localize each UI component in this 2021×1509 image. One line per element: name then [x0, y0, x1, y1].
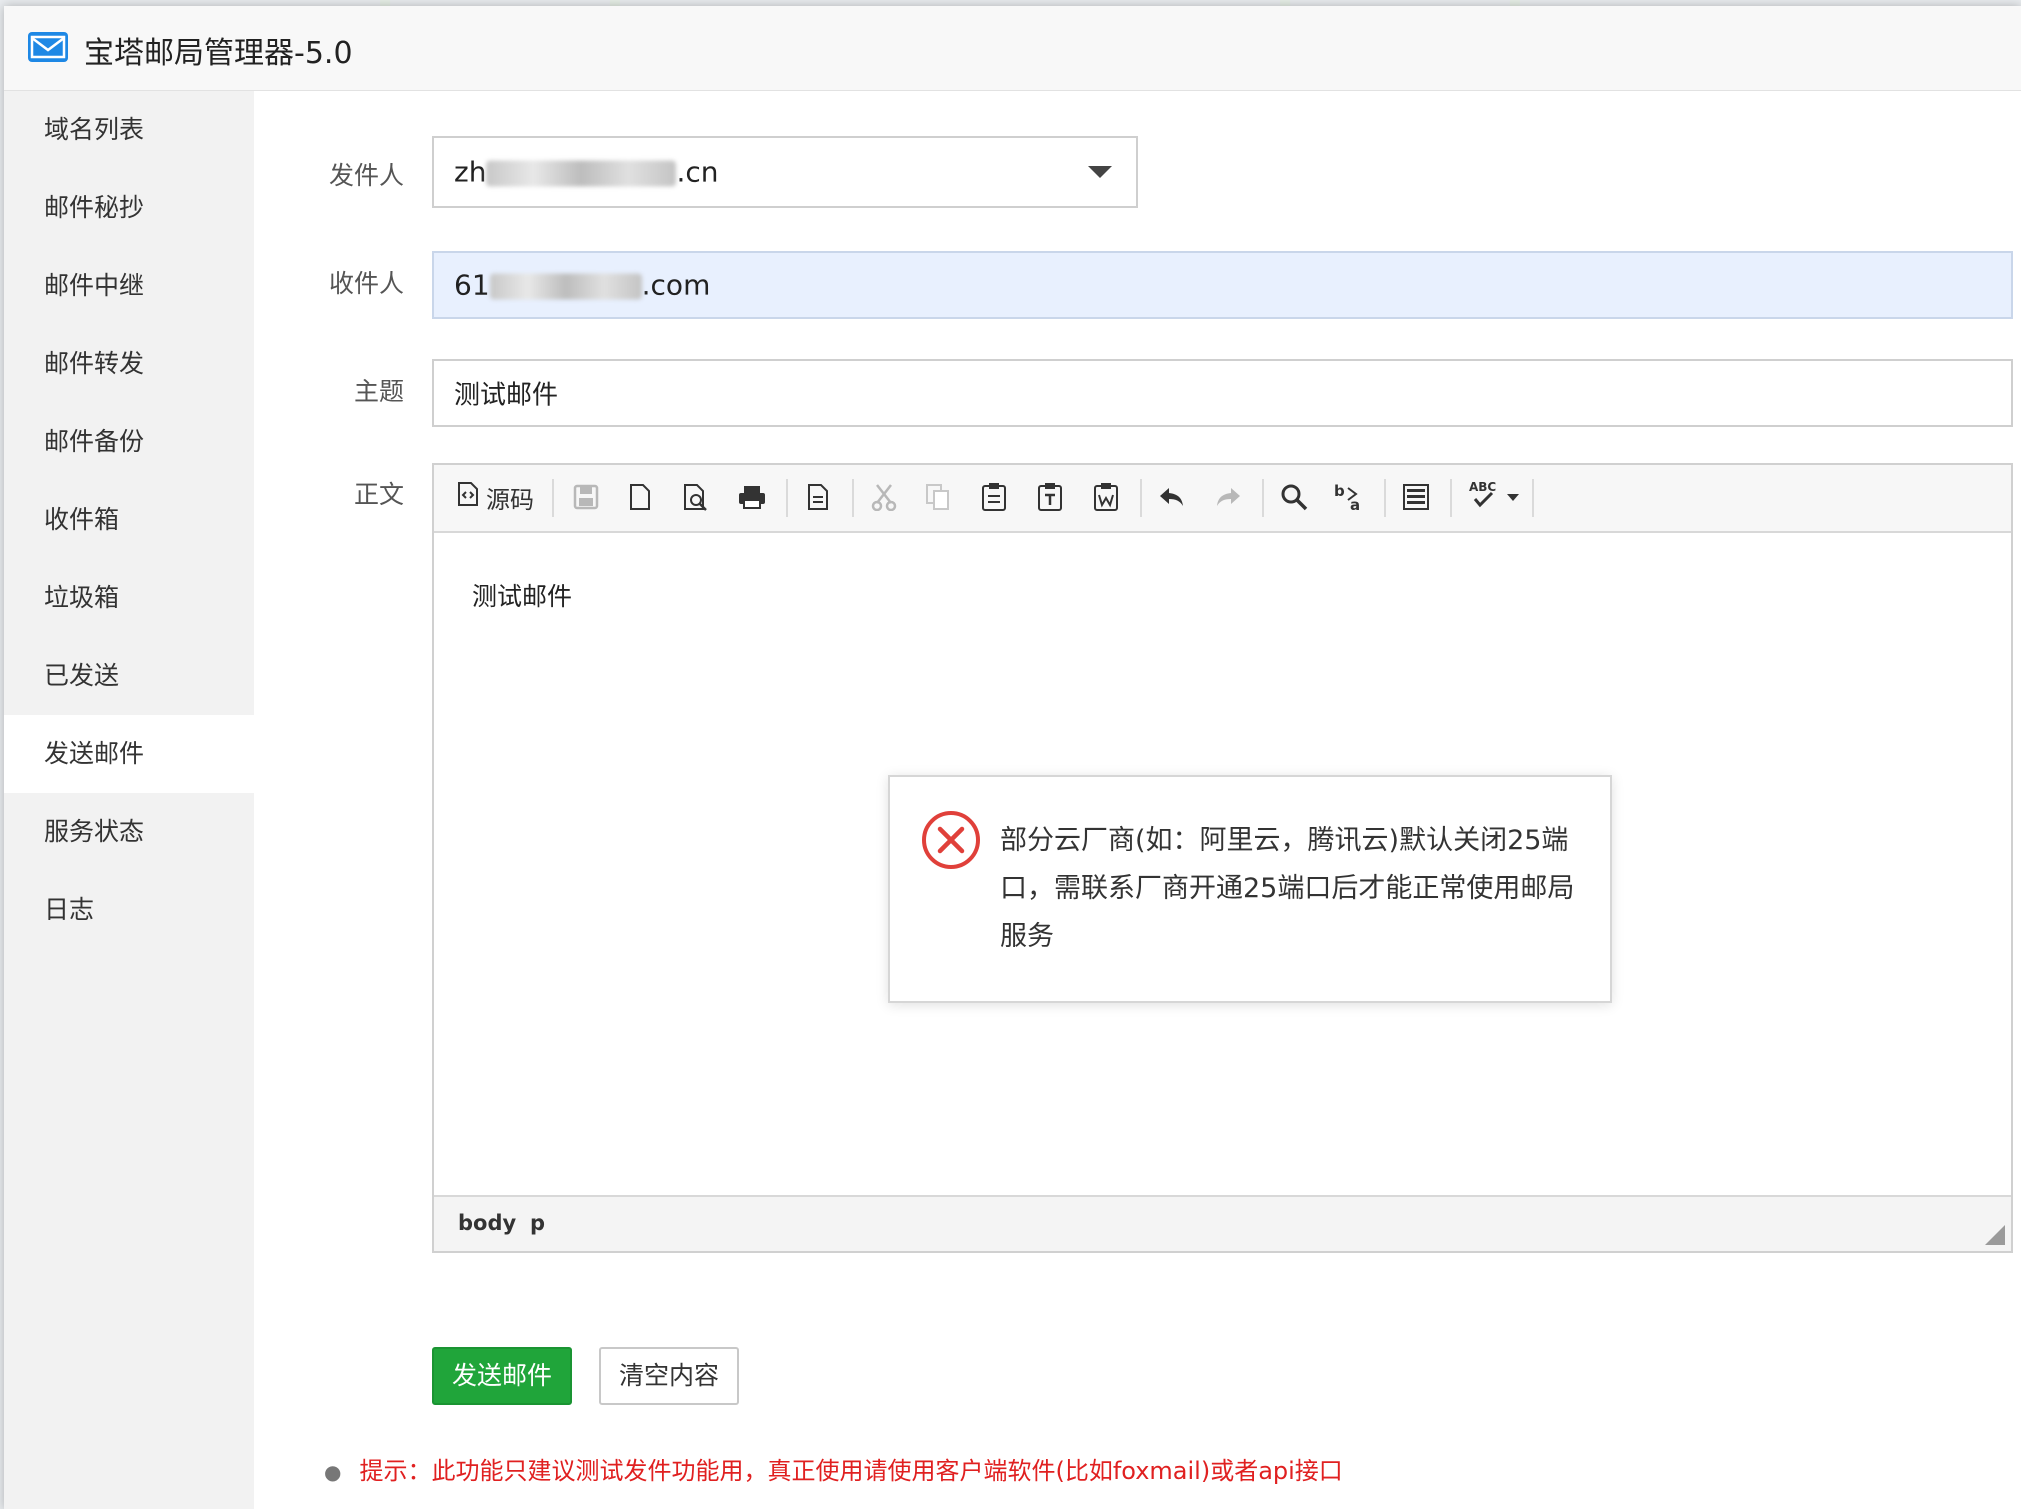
sidebar-item-bcc[interactable]: 邮件秘抄 — [4, 169, 254, 247]
chevron-down-icon — [1088, 166, 1112, 178]
title-bar: 宝塔邮局管理器-5.0 — [4, 6, 2021, 91]
sidebar-item-sent[interactable]: 已发送 — [4, 637, 254, 715]
paste-word-icon[interactable] — [1086, 477, 1126, 517]
sender-label: 发件人 — [328, 161, 404, 190]
find-icon[interactable] — [1274, 477, 1314, 517]
spellcheck-dropdown[interactable]: ABC — [1462, 477, 1526, 517]
resize-grip-icon[interactable] — [1985, 1225, 2005, 1245]
redaction-blur — [489, 273, 642, 300]
toolbar-separator — [1262, 479, 1264, 517]
copy-icon[interactable] — [918, 477, 958, 517]
subject-label: 主题 — [353, 377, 404, 406]
spellcheck-icon: ABC — [1469, 479, 1501, 516]
sidebar-item-logs[interactable]: 日志 — [4, 871, 254, 949]
send-mail-button[interactable]: 发送邮件 — [432, 1347, 572, 1405]
editor-content[interactable]: 测试邮件 — [472, 577, 572, 613]
toolbar-separator — [1450, 479, 1452, 517]
editor-toolbar: 源码 b a ABC — [434, 465, 2011, 533]
sidebar-item-label: 邮件秘抄 — [44, 193, 145, 222]
recipient-input[interactable]: 61 .com — [432, 251, 2013, 319]
editor-paragraph: 测试邮件 — [472, 582, 573, 611]
toolbar-separator — [552, 479, 554, 517]
sidebar-item-label: 邮件转发 — [44, 349, 145, 378]
tip-text: ● 提示：此功能只建议测试发件功能用，真正使用请使用客户端软件(比如foxmail… — [324, 1451, 1343, 1486]
sidebar-item-relay[interactable]: 邮件中继 — [4, 247, 254, 325]
error-alert: 部分云厂商(如：阿里云，腾讯云)默认关闭25端口，需联系厂商开通25端口后才能正… — [888, 775, 1612, 1003]
templates-icon[interactable] — [798, 477, 838, 517]
alert-message: 部分云厂商(如：阿里云，腾讯云)默认关闭25端口，需联系厂商开通25端口后才能正… — [1000, 825, 1575, 952]
preview-icon[interactable] — [676, 477, 716, 517]
source-icon — [456, 481, 480, 514]
sidebar-item-label: 服务状态 — [44, 817, 145, 846]
sidebar-item-label: 已发送 — [44, 661, 120, 690]
path-element-p[interactable]: p — [530, 1211, 545, 1235]
recipient-value-suffix: .com — [641, 268, 711, 302]
sidebar-item-label: 域名列表 — [44, 115, 145, 144]
select-all-icon[interactable] — [1396, 477, 1436, 517]
clear-content-button[interactable]: 清空内容 — [599, 1347, 739, 1405]
toolbar-separator — [1140, 479, 1142, 517]
undo-icon[interactable] — [1152, 477, 1192, 517]
sidebar-item-label: 收件箱 — [44, 505, 120, 534]
save-icon[interactable] — [566, 477, 606, 517]
sidebar-item-label: 邮件中继 — [44, 271, 145, 300]
paste-text-icon[interactable] — [1030, 477, 1070, 517]
sidebar-item-send-mail[interactable]: 发送邮件 — [4, 715, 254, 793]
send-mail-panel: 发件人 zh .cn 收件人 61 .com 主题 测试邮件 正文 源码 b a… — [254, 91, 2021, 1509]
sidebar-item-backup[interactable]: 邮件备份 — [4, 403, 254, 481]
sidebar-item-label: 发送邮件 — [44, 739, 145, 768]
svg-text:ABC: ABC — [1469, 480, 1496, 494]
sidebar-item-service-status[interactable]: 服务状态 — [4, 793, 254, 871]
source-label: 源码 — [486, 485, 534, 514]
sidebar-item-spam[interactable]: 垃圾箱 — [4, 559, 254, 637]
sidebar-item-label: 日志 — [44, 895, 95, 924]
toolbar-separator — [1532, 479, 1534, 517]
subject-value: 测试邮件 — [454, 380, 559, 411]
sidebar-item-label: 邮件备份 — [44, 427, 145, 456]
recipient-label: 收件人 — [328, 269, 404, 298]
sidebar-item-domain-list[interactable]: 域名列表 — [4, 91, 254, 169]
redo-icon[interactable] — [1208, 477, 1248, 517]
toolbar-separator — [1384, 479, 1386, 517]
sender-value-prefix: zh — [454, 155, 487, 189]
sidebar-item-forward[interactable]: 邮件转发 — [4, 325, 254, 403]
bullet-icon: ● — [324, 1460, 342, 1484]
paste-icon[interactable] — [974, 477, 1014, 517]
toolbar-separator — [852, 479, 854, 517]
redaction-blur — [486, 160, 677, 187]
sender-value-suffix: .cn — [676, 155, 719, 189]
toolbar-separator — [786, 479, 788, 517]
replace-icon[interactable]: ba — [1330, 477, 1370, 517]
editor-status-bar: body p — [434, 1195, 2011, 1251]
error-circle-icon — [920, 809, 982, 875]
new-page-icon[interactable] — [620, 477, 660, 517]
sidebar-item-label: 垃圾箱 — [44, 583, 120, 612]
subject-input[interactable]: 测试邮件 — [432, 359, 2013, 427]
source-button[interactable]: 源码 — [450, 477, 540, 517]
body-label: 正文 — [353, 480, 404, 509]
sender-select[interactable]: zh .cn — [432, 136, 1138, 208]
recipient-value: 61 .com — [454, 269, 710, 302]
tip-message: 提示：此功能只建议测试发件功能用，真正使用请使用客户端软件(比如foxmail)… — [359, 1457, 1343, 1485]
sidebar: 域名列表 邮件秘抄 邮件中继 邮件转发 邮件备份 收件箱 垃圾箱 已发送 发送邮… — [4, 91, 254, 1509]
sender-value: zh .cn — [454, 156, 719, 189]
svg-text:b: b — [1334, 482, 1345, 500]
chevron-down-icon — [1507, 493, 1519, 501]
cut-icon[interactable] — [864, 477, 904, 517]
window-title: 宝塔邮局管理器-5.0 — [84, 36, 353, 71]
print-icon[interactable] — [732, 477, 772, 517]
mail-icon — [28, 32, 68, 62]
recipient-value-prefix: 61 — [454, 268, 490, 302]
sidebar-item-inbox[interactable]: 收件箱 — [4, 481, 254, 559]
path-element-body[interactable]: body — [458, 1211, 516, 1235]
mail-manager-window: 宝塔邮局管理器-5.0 域名列表 邮件秘抄 邮件中继 邮件转发 邮件备份 收件箱… — [4, 6, 2021, 1509]
